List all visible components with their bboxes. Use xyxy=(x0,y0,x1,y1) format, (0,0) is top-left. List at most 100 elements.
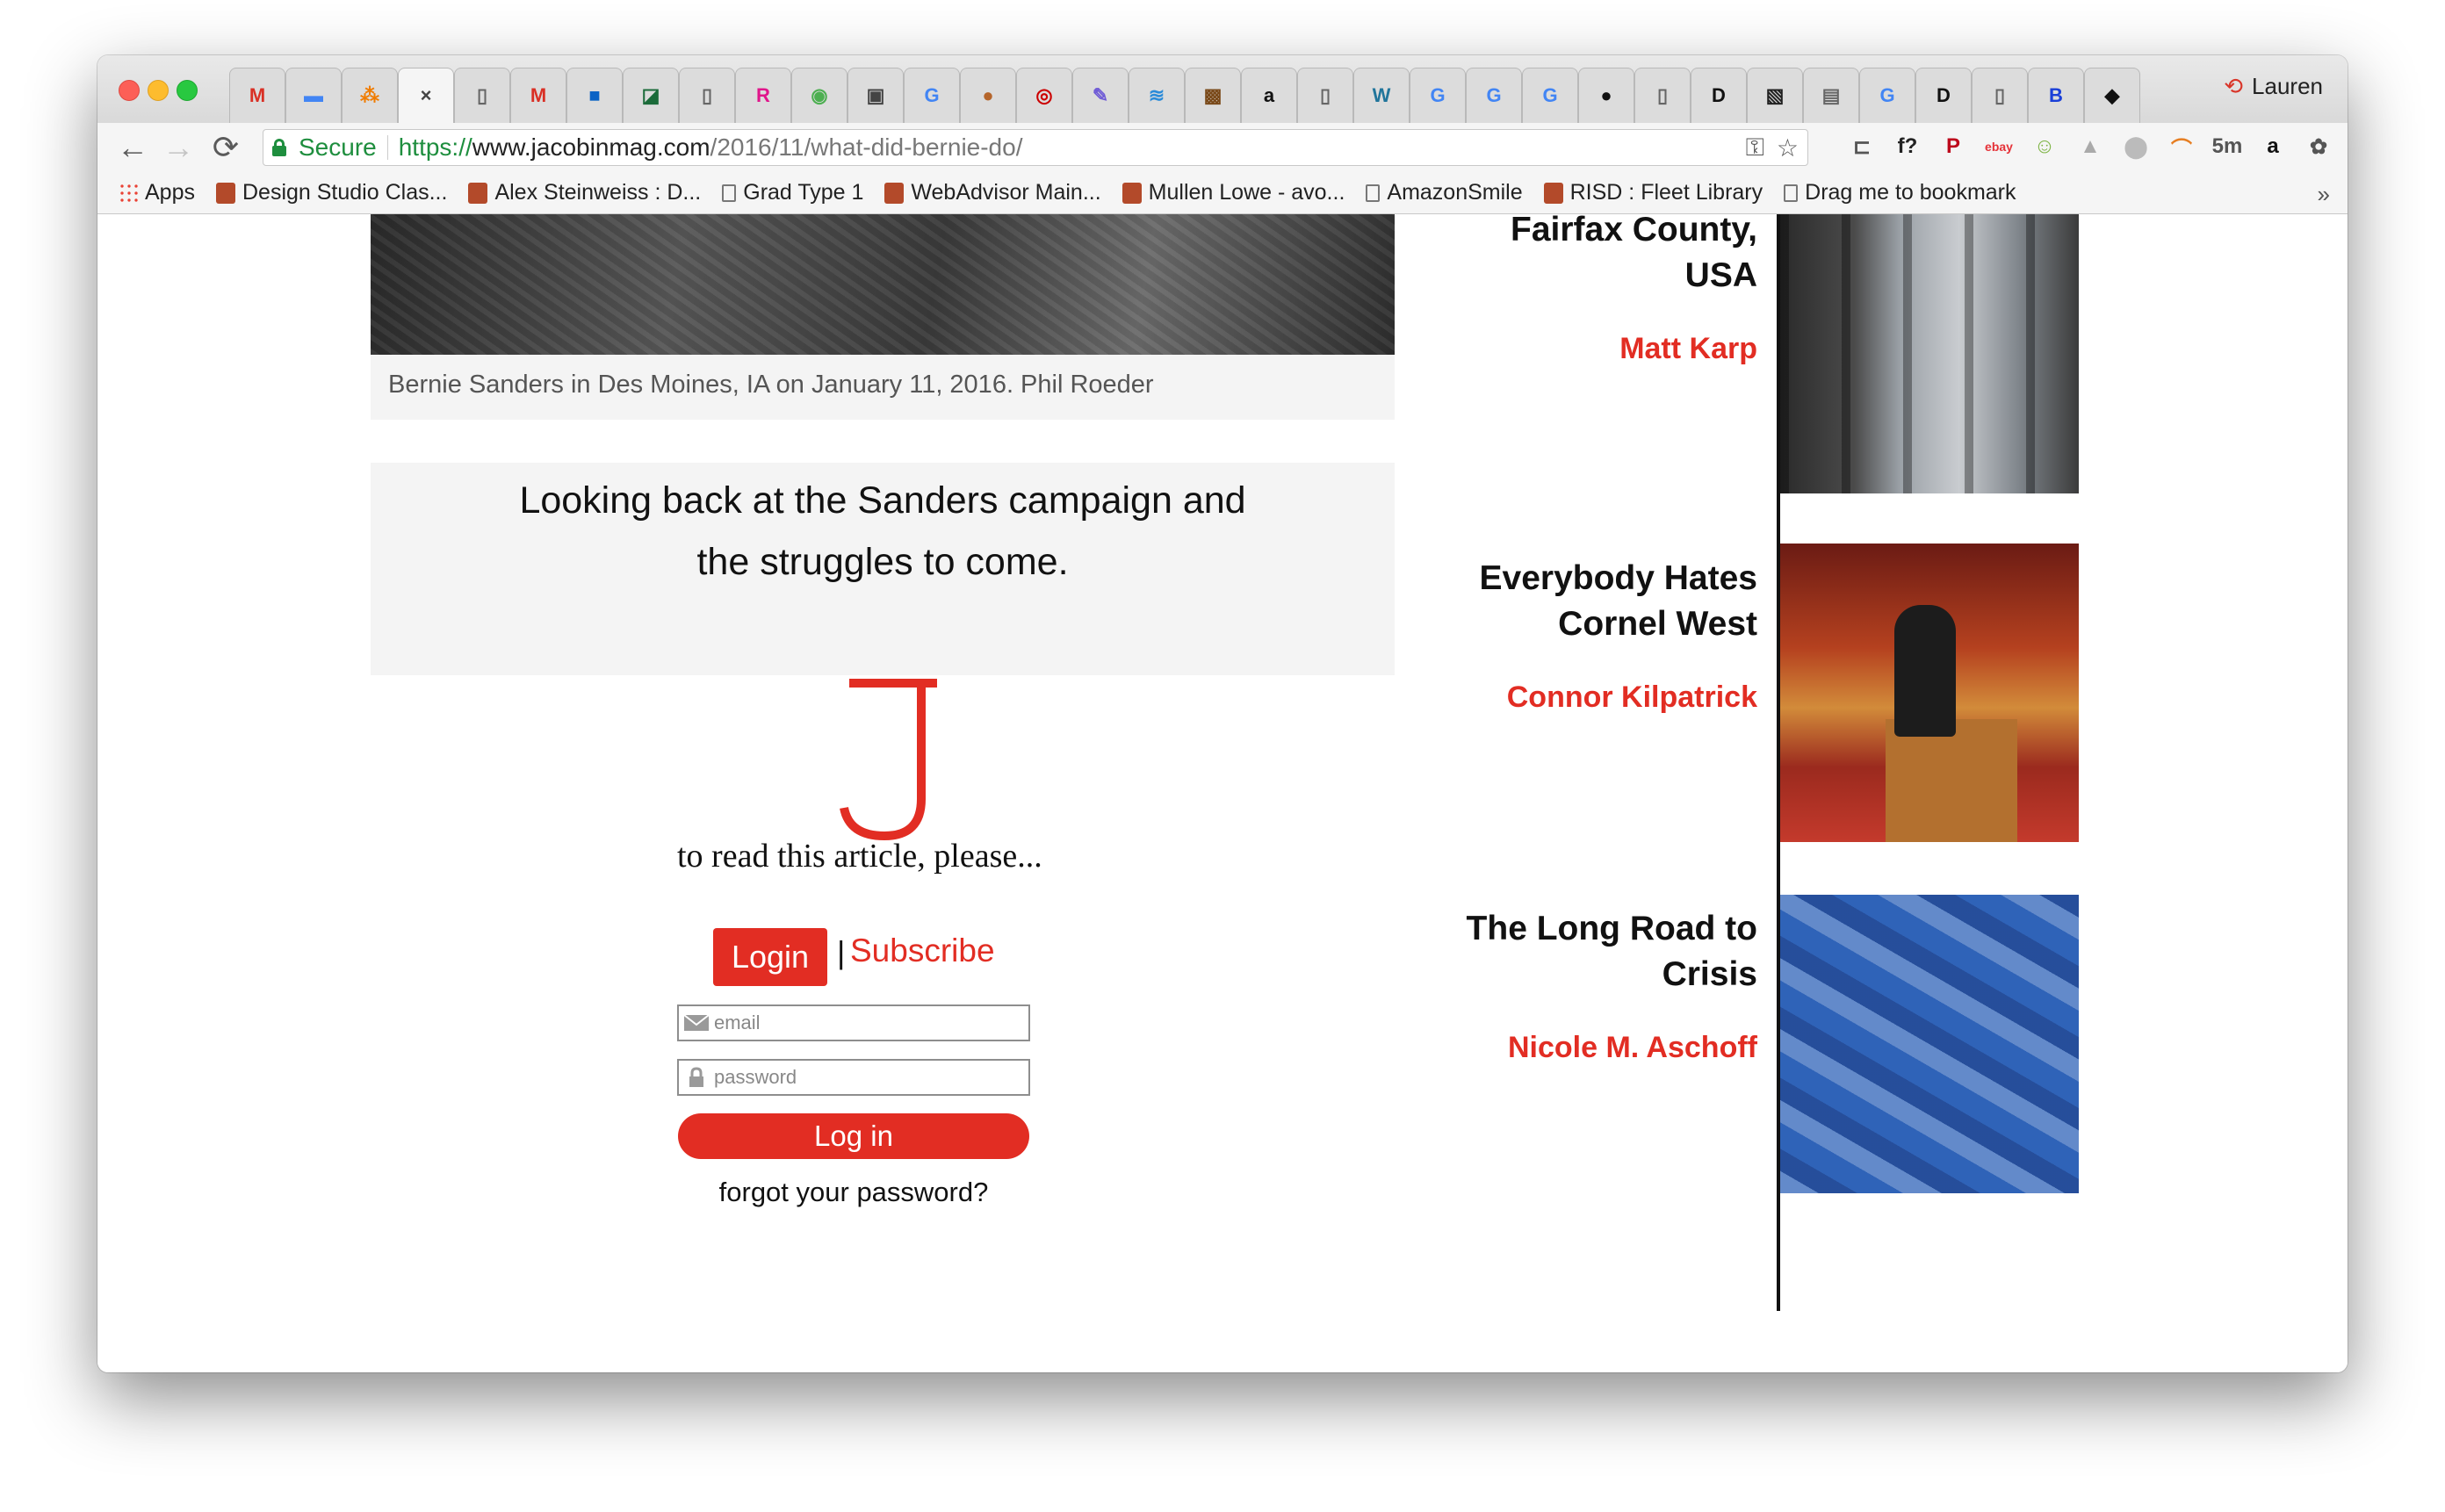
browser-tab[interactable]: ■ xyxy=(566,68,623,123)
bookmark-item[interactable]: WebAdvisor Main... xyxy=(884,180,1101,205)
login-tab[interactable]: Login xyxy=(713,928,827,986)
password-input[interactable] xyxy=(714,1066,1004,1089)
browser-tab[interactable]: M xyxy=(229,68,285,123)
bookmark-star-icon[interactable]: ☆ xyxy=(1777,133,1799,162)
browser-tab[interactable]: ◆ xyxy=(2084,68,2140,123)
bookmark-item[interactable]: Alex Steinweiss : D... xyxy=(468,180,701,205)
sidebar-article-title[interactable]: Fairfax County, USA xyxy=(1511,214,1757,299)
browser-tab[interactable]: G xyxy=(1410,68,1466,123)
timer-5m-icon[interactable]: 5m xyxy=(2211,130,2244,163)
browser-tab[interactable]: a xyxy=(1241,68,1297,123)
podium-shape xyxy=(1886,719,2017,842)
sidebar-article-title[interactable]: The Long Road to Crisis xyxy=(1467,906,1757,997)
browser-tab[interactable]: ▧ xyxy=(1747,68,1803,123)
sidebar-article-2-image[interactable] xyxy=(1780,544,2079,842)
bookmark-item[interactable]: Mullen Lowe - avo... xyxy=(1122,180,1345,205)
browser-tab[interactable]: ▯ xyxy=(1297,68,1353,123)
smiley-icon[interactable]: ☺ xyxy=(2028,130,2061,163)
browser-tab[interactable]: ▣ xyxy=(847,68,904,123)
amazon-assistant-icon[interactable]: a xyxy=(2256,130,2290,163)
triangle-icon[interactable]: ▲ xyxy=(2074,130,2107,163)
sidebar-article-1-image[interactable] xyxy=(1780,214,2079,493)
sidebar-article-1[interactable]: Fairfax County, USA Matt Karp xyxy=(1511,214,1757,366)
bookmark-item[interactable]: Grad Type 1 xyxy=(722,180,863,205)
ebay-icon[interactable]: ebay xyxy=(1982,130,2016,163)
browser-tab[interactable]: ▬ xyxy=(285,68,342,123)
cast-icon[interactable]: ⊏ xyxy=(1845,130,1879,163)
browser-tab[interactable]: ▯ xyxy=(1634,68,1691,123)
browser-tab[interactable]: × xyxy=(398,68,454,123)
forgot-password-link[interactable]: forgot your password? xyxy=(677,1177,1030,1208)
bookmark-label: AmazonSmile xyxy=(1387,180,1523,205)
reload-button[interactable]: ⟳ xyxy=(208,129,243,165)
evernote-icon[interactable]: ✿ xyxy=(2302,130,2335,163)
bookmark-item[interactable]: Apps xyxy=(119,180,195,205)
browser-tab[interactable]: ▯ xyxy=(454,68,510,123)
log-in-button[interactable]: Log in xyxy=(678,1113,1029,1159)
page-icon xyxy=(722,184,737,202)
password-field[interactable] xyxy=(677,1059,1030,1096)
browser-tab[interactable]: ▯ xyxy=(1972,68,2028,123)
browser-tab[interactable]: ▩ xyxy=(1185,68,1241,123)
forward-button[interactable]: → xyxy=(161,129,196,165)
browser-tab[interactable]: D xyxy=(1915,68,1972,123)
email-input[interactable] xyxy=(714,1012,1004,1034)
stripes-icon: ▧ xyxy=(1765,84,1785,106)
browser-tab[interactable]: ✎ xyxy=(1072,68,1129,123)
sidebar-article-3[interactable]: The Long Road to Crisis Nicole M. Aschof… xyxy=(1467,906,1757,1065)
zoom-window-button[interactable] xyxy=(177,80,198,101)
risd-icon: R xyxy=(756,84,770,106)
browser-tab[interactable]: ◎ xyxy=(1016,68,1072,123)
rainbow-icon[interactable]: ⌒ xyxy=(2165,130,2198,163)
browser-tab[interactable]: D xyxy=(1691,68,1747,123)
browser-tab[interactable]: ● xyxy=(960,68,1016,123)
browser-tab[interactable]: M xyxy=(510,68,566,123)
browser-tab[interactable]: ≋ xyxy=(1129,68,1185,123)
bookmark-item[interactable]: Drag me to bookmark xyxy=(1784,180,2016,205)
bookmarks-overflow-button[interactable]: » xyxy=(2318,181,2330,208)
sidebar-article-3-image[interactable] xyxy=(1780,895,2079,1193)
bookmark-item[interactable]: Design Studio Clas... xyxy=(215,180,448,205)
browser-tab[interactable]: ● xyxy=(1578,68,1634,123)
browser-tab[interactable]: W xyxy=(1353,68,1410,123)
font-icon[interactable]: f? xyxy=(1891,130,1924,163)
minimize-window-button[interactable] xyxy=(148,80,169,101)
profile-button[interactable]: ⟲ Lauren xyxy=(2224,73,2323,100)
browser-tab[interactable]: ▤ xyxy=(1803,68,1859,123)
address-bar[interactable]: Secure https://www.jacobinmag.com/2016/1… xyxy=(263,129,1808,166)
sync-icon: ⟲ xyxy=(2224,73,2244,99)
browser-tab[interactable]: G xyxy=(1522,68,1578,123)
browser-tab[interactable]: ◉ xyxy=(791,68,847,123)
close-window-button[interactable] xyxy=(119,80,140,101)
browser-tab[interactable]: B xyxy=(2028,68,2084,123)
pinterest-icon[interactable]: P xyxy=(1937,130,1970,163)
bookmark-item[interactable]: RISD : Fleet Library xyxy=(1543,180,1763,205)
sidebar-article-author[interactable]: Matt Karp xyxy=(1511,332,1757,366)
browser-tab[interactable]: R xyxy=(735,68,791,123)
sidebar-article-2[interactable]: Everybody Hates Cornel West Connor Kilpa… xyxy=(1480,556,1757,715)
browser-tab[interactable]: G xyxy=(1859,68,1915,123)
bookmarks-bar: Apps Design Studio Clas... Alex Steinweiss… xyxy=(97,172,2348,214)
subscribe-link[interactable]: Subscribe xyxy=(850,932,995,969)
title-line: The Long Road to xyxy=(1466,910,1757,947)
page-icon: ▯ xyxy=(476,84,488,106)
back-button[interactable]: ← xyxy=(115,129,150,165)
browser-tab[interactable]: ⁂ xyxy=(342,68,398,123)
mullen-icon xyxy=(1122,182,1142,204)
bookmark-label: Design Studio Clas... xyxy=(242,180,448,205)
email-field[interactable] xyxy=(677,1004,1030,1041)
sidebar-article-author[interactable]: Connor Kilpatrick xyxy=(1480,680,1757,715)
google-icon: G xyxy=(1879,84,1895,106)
browser-tab[interactable]: G xyxy=(904,68,960,123)
sidebar-article-title[interactable]: Everybody Hates Cornel West xyxy=(1480,556,1757,647)
amazon-icon: a xyxy=(1263,84,1275,106)
green-c-icon: ◪ xyxy=(641,84,660,106)
browser-tab[interactable]: ◪ xyxy=(623,68,679,123)
bookmark-label: RISD : Fleet Library xyxy=(1569,180,1763,205)
browser-tab[interactable]: ▯ xyxy=(679,68,735,123)
browser-tab[interactable]: G xyxy=(1466,68,1522,123)
sidebar-article-author[interactable]: Nicole M. Aschoff xyxy=(1467,1031,1757,1065)
bookmark-item[interactable]: AmazonSmile xyxy=(1366,180,1523,205)
key-icon[interactable]: ⚿ xyxy=(1746,133,1764,162)
drop-icon[interactable]: ⬤ xyxy=(2119,130,2153,163)
